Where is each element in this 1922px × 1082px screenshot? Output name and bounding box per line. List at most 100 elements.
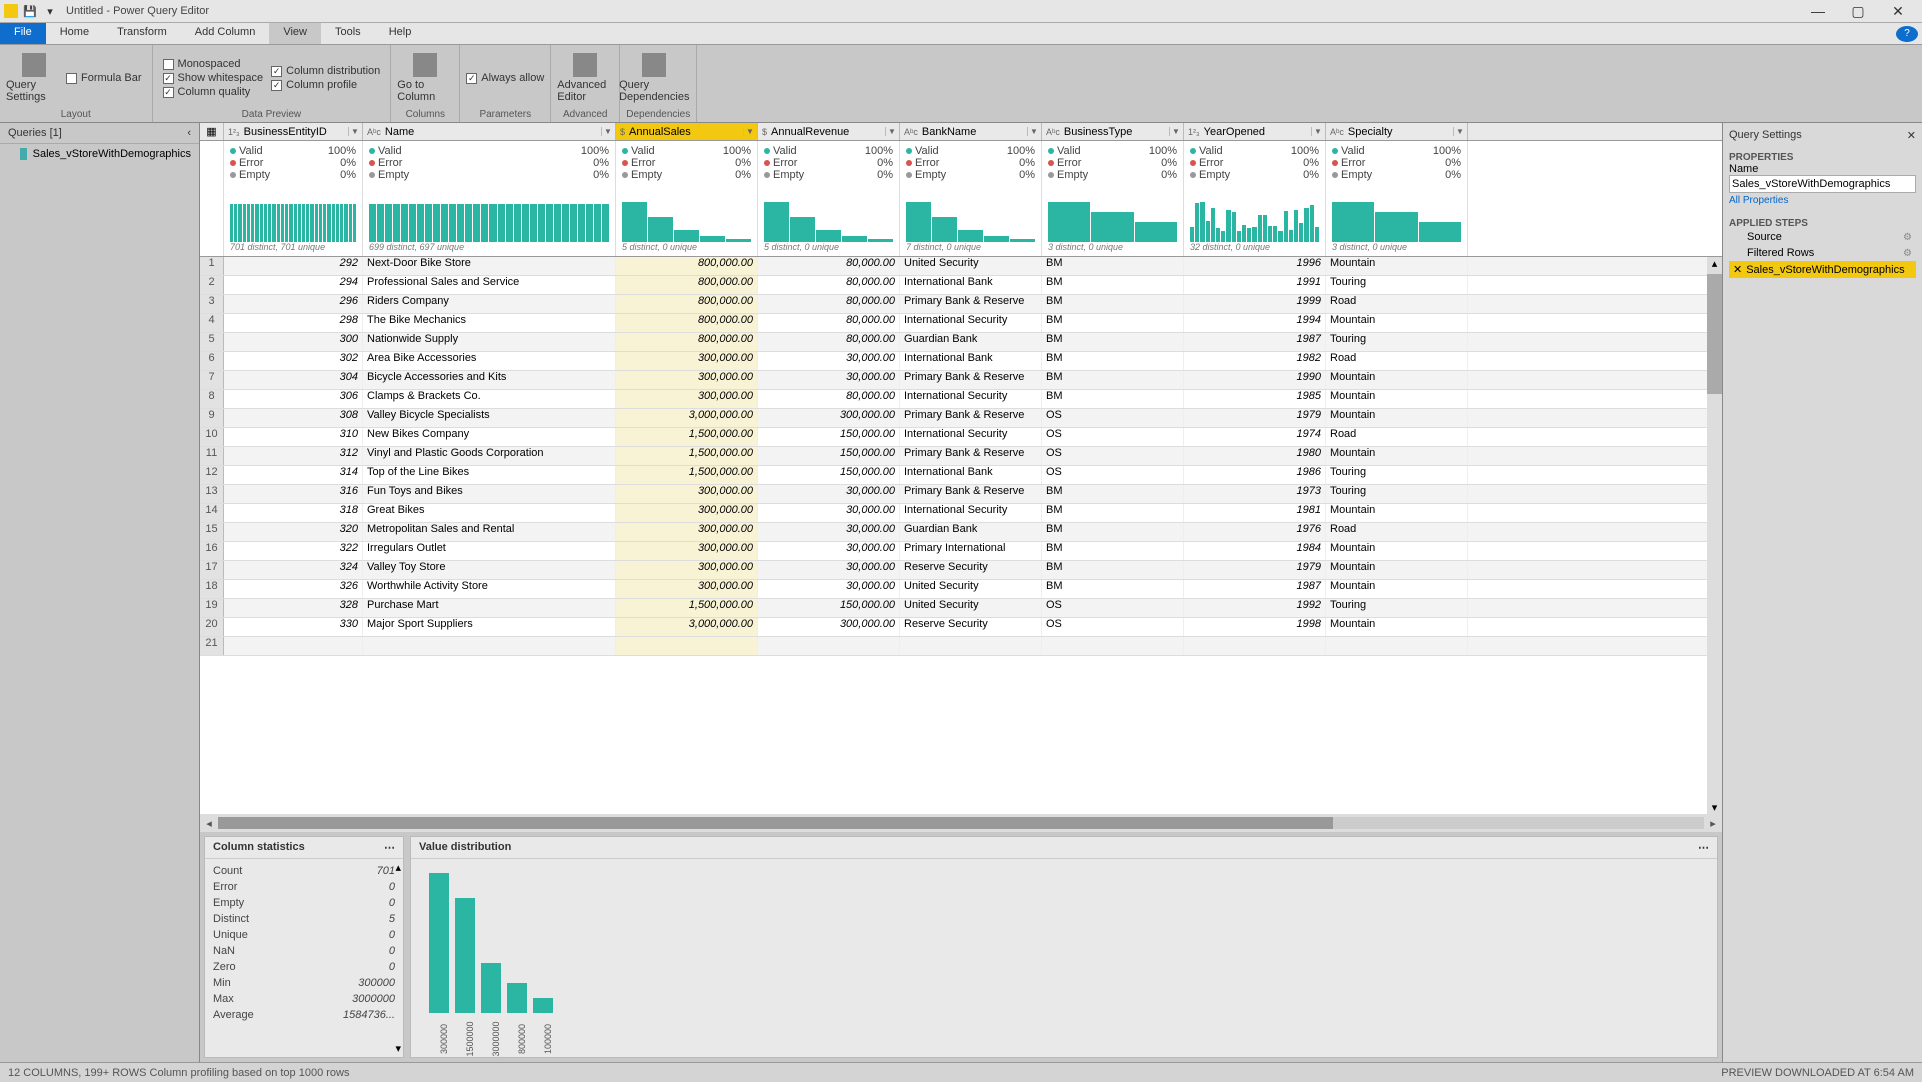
- stat-row: Min300000: [213, 975, 395, 991]
- filter-dropdown-icon[interactable]: ▼: [1169, 127, 1179, 136]
- column-distribution-checkbox[interactable]: ✓Column distribution: [271, 65, 380, 77]
- applied-step[interactable]: ✕Sales_vStoreWithDemographics: [1729, 261, 1916, 278]
- type-icon[interactable]: $: [620, 127, 625, 137]
- save-icon[interactable]: 💾: [22, 3, 38, 19]
- column-header-name[interactable]: AᵇcName▼: [363, 123, 616, 140]
- column-header-annualsales[interactable]: $AnnualSales▼: [616, 123, 758, 140]
- table-row[interactable]: 18326Worthwhile Activity Store300,000.00…: [200, 580, 1722, 599]
- all-properties-link[interactable]: All Properties: [1729, 195, 1916, 206]
- table-row[interactable]: 14318Great Bikes 300,000.0030,000.00Inte…: [200, 504, 1722, 523]
- minimize-button[interactable]: —: [1798, 3, 1838, 20]
- column-header-businessentityid[interactable]: 1²₃BusinessEntityID▼: [224, 123, 363, 140]
- type-icon[interactable]: $: [762, 127, 767, 137]
- filter-dropdown-icon[interactable]: ▼: [885, 127, 895, 136]
- filter-dropdown-icon[interactable]: ▼: [1311, 127, 1321, 136]
- delete-step-icon[interactable]: ✕: [1733, 263, 1742, 276]
- tab-file[interactable]: File: [0, 23, 46, 44]
- stat-row: NaN0: [213, 943, 395, 959]
- tab-help[interactable]: Help: [375, 23, 426, 44]
- table-row[interactable]: 2294Professional Sales and Service800,00…: [200, 276, 1722, 295]
- table-row[interactable]: 9308Valley Bicycle Specialists3,000,000.…: [200, 409, 1722, 428]
- value-distribution-panel: Value distribution⋯ 30000015000003000000…: [410, 836, 1718, 1058]
- maximize-button[interactable]: ▢: [1838, 3, 1878, 20]
- column-header-specialty[interactable]: AᵇcSpecialty▼: [1326, 123, 1468, 140]
- type-icon[interactable]: Aᵇc: [904, 127, 918, 137]
- column-header-businesstype[interactable]: AᵇcBusinessType▼: [1042, 123, 1184, 140]
- panel-menu-icon[interactable]: ⋯: [1698, 841, 1709, 854]
- query-dependencies-button[interactable]: Query Dependencies: [626, 50, 682, 106]
- table-row[interactable]: 12314Top of the Line Bikes1,500,000.0015…: [200, 466, 1722, 485]
- status-left: 12 COLUMNS, 199+ ROWS Column profiling b…: [8, 1067, 349, 1079]
- table-row[interactable]: 5300Nationwide Supply800,000.0080,000.00…: [200, 333, 1722, 352]
- always-allow-checkbox[interactable]: ✓Always allow: [466, 72, 544, 84]
- type-icon[interactable]: 1²₃: [1188, 127, 1200, 137]
- table-row[interactable]: 20330Major Sport Suppliers3,000,000.0030…: [200, 618, 1722, 637]
- table-row[interactable]: 3296Riders Company800,000.0080,000.00Pri…: [200, 295, 1722, 314]
- table-row[interactable]: 16322Irregulars Outlet300,000.0030,000.0…: [200, 542, 1722, 561]
- applied-step[interactable]: Source⚙: [1729, 229, 1916, 245]
- table-row[interactable]: 7304Bicycle Accessories and Kits300,000.…: [200, 371, 1722, 390]
- query-name-input[interactable]: [1729, 175, 1916, 193]
- applied-step[interactable]: Filtered Rows⚙: [1729, 245, 1916, 261]
- advanced-editor-button[interactable]: Advanced Editor: [557, 50, 613, 106]
- stat-row: Unique0: [213, 927, 395, 943]
- table-row[interactable]: 1292Next-Door Bike Store800,000.0080,000…: [200, 257, 1722, 276]
- column-profile-businesstype: Valid100%Error0%Empty0%3 distinct, 0 uni…: [1042, 141, 1184, 256]
- column-profile-checkbox[interactable]: ✓Column profile: [271, 79, 380, 91]
- horizontal-scrollbar[interactable]: ◂▸: [200, 814, 1722, 832]
- scroll-down-icon[interactable]: ▾: [395, 1042, 401, 1055]
- table-row[interactable]: 13316Fun Toys and Bikes300,000.0030,000.…: [200, 485, 1722, 504]
- tab-tools[interactable]: Tools: [321, 23, 375, 44]
- column-profile-annualsales: Valid100%Error0%Empty0%5 distinct, 0 uni…: [616, 141, 758, 256]
- table-corner-icon[interactable]: ▦: [200, 123, 224, 140]
- table-row[interactable]: 8306Clamps & Brackets Co.300,000.0080,00…: [200, 390, 1722, 409]
- filter-dropdown-icon[interactable]: ▼: [1027, 127, 1037, 136]
- filter-dropdown-icon[interactable]: ▼: [601, 127, 611, 136]
- table-row[interactable]: 6302Area Bike Accessories300,000.0030,00…: [200, 352, 1722, 371]
- tab-add-column[interactable]: Add Column: [181, 23, 270, 44]
- query-item[interactable]: Sales_vStoreWithDemographics: [0, 144, 199, 164]
- close-settings-icon[interactable]: ✕: [1907, 129, 1916, 142]
- collapse-queries-icon[interactable]: ‹: [187, 127, 191, 139]
- table-row[interactable]: 21: [200, 637, 1722, 656]
- query-settings-button[interactable]: Query Settings: [6, 50, 62, 106]
- table-row[interactable]: 4298The Bike Mechanics800,000.0080,000.0…: [200, 314, 1722, 333]
- monospaced-checkbox[interactable]: Monospaced: [163, 58, 264, 70]
- qat-dropdown-icon[interactable]: ▾: [42, 3, 58, 19]
- title-bar: 💾 ▾ Untitled - Power Query Editor — ▢ ✕: [0, 0, 1922, 23]
- gear-icon[interactable]: ⚙: [1903, 248, 1912, 259]
- close-button[interactable]: ✕: [1878, 3, 1918, 20]
- type-icon[interactable]: Aᵇc: [367, 127, 381, 137]
- formula-bar-checkbox[interactable]: Formula Bar: [66, 72, 142, 84]
- value-distribution-chart: 30000015000003000000800000100000: [419, 863, 1709, 1023]
- table-row[interactable]: 10310New Bikes Company1,500,000.00150,00…: [200, 428, 1722, 447]
- tab-view[interactable]: View: [269, 23, 321, 44]
- column-header-bankname[interactable]: AᵇcBankName▼: [900, 123, 1042, 140]
- chart-bar: 1500000: [455, 898, 475, 1013]
- filter-dropdown-icon[interactable]: ▼: [1453, 127, 1463, 136]
- go-to-column-button[interactable]: Go to Column: [397, 50, 453, 106]
- tab-transform[interactable]: Transform: [103, 23, 181, 44]
- scroll-up-icon[interactable]: ▴: [395, 861, 401, 874]
- type-icon[interactable]: Aᵇc: [1046, 127, 1060, 137]
- column-header-yearopened[interactable]: 1²₃YearOpened▼: [1184, 123, 1326, 140]
- table-row[interactable]: 17324Valley Toy Store300,000.0030,000.00…: [200, 561, 1722, 580]
- column-quality-checkbox[interactable]: ✓Column quality: [163, 86, 264, 98]
- gear-icon[interactable]: ⚙: [1903, 232, 1912, 243]
- table-row[interactable]: 19328Purchase Mart1,500,000.00150,000.00…: [200, 599, 1722, 618]
- vertical-scrollbar[interactable]: ▴ ▾: [1707, 257, 1722, 814]
- type-icon[interactable]: 1²₃: [228, 127, 240, 137]
- type-icon[interactable]: Aᵇc: [1330, 127, 1344, 137]
- queries-header: Queries [1]: [8, 127, 62, 139]
- filter-dropdown-icon[interactable]: ▼: [743, 127, 753, 136]
- table-row[interactable]: 15320Metropolitan Sales and Rental300,00…: [200, 523, 1722, 542]
- name-label: Name: [1729, 163, 1916, 175]
- column-header-annualrevenue[interactable]: $AnnualRevenue▼: [758, 123, 900, 140]
- column-statistics-title: Column statistics: [213, 841, 305, 854]
- panel-menu-icon[interactable]: ⋯: [384, 841, 395, 854]
- help-icon[interactable]: ?: [1896, 26, 1918, 42]
- table-row[interactable]: 11312Vinyl and Plastic Goods Corporation…: [200, 447, 1722, 466]
- filter-dropdown-icon[interactable]: ▼: [348, 127, 358, 136]
- show-whitespace-checkbox[interactable]: ✓Show whitespace: [163, 72, 264, 84]
- tab-home[interactable]: Home: [46, 23, 103, 44]
